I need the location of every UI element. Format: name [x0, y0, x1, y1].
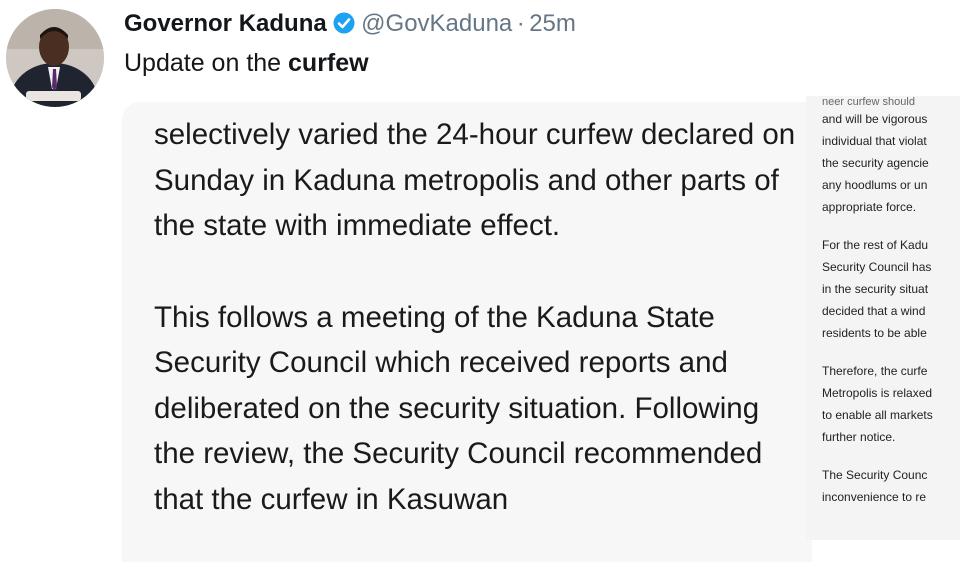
side-paragraph: For the rest of Kadu Security Council ha… — [822, 234, 960, 344]
separator-dot: · — [516, 10, 525, 37]
side-text-line: decided that a wind — [822, 304, 926, 318]
side-text-line: neer curfew should — [822, 96, 915, 108]
side-text-line: individual that violat — [822, 134, 927, 148]
side-paragraph: and will be vigorous individual that vio… — [822, 108, 960, 218]
author-handle[interactable]: @GovKaduna — [361, 10, 512, 37]
author-name[interactable]: Governor Kaduna — [124, 10, 327, 37]
press-release-main-text: selectively varied the 24-hour curfew de… — [154, 112, 804, 568]
side-text-line: in the security situat — [822, 282, 929, 296]
side-text-line: Metropolis is relaxed — [822, 386, 933, 400]
tweet-timestamp[interactable]: 25m — [529, 10, 576, 37]
side-text-line: For the rest of Kadu — [822, 238, 929, 252]
side-paragraph: Therefore, the curfe Metropolis is relax… — [822, 360, 960, 448]
side-text-line: appropriate force. — [822, 200, 917, 214]
side-text-line: any hoodlums or un — [822, 178, 928, 192]
side-paragraph: The Security Counc inconvenience to re — [822, 464, 960, 508]
profile-avatar[interactable] — [6, 9, 104, 107]
side-text-line: and will be vigorous — [822, 112, 928, 126]
side-text-line: further notice. — [822, 430, 896, 444]
side-text-line: The Security Counc — [822, 468, 928, 482]
press-release-paragraph: This follows a meeting of the Kaduna Sta… — [154, 300, 763, 516]
tweet-text-prefix: Update on the — [124, 49, 289, 77]
side-text-line: to enable all markets — [822, 408, 933, 422]
tweet-text: Update on the curfew — [124, 49, 369, 78]
attached-image-secondary[interactable]: neer curfew should and will be vigorous … — [806, 96, 960, 540]
side-text-line: the security agencie — [822, 156, 929, 170]
side-text-line: Security Council has — [822, 260, 932, 274]
verified-badge-icon — [333, 12, 355, 39]
side-text-line: residents to be able — [822, 326, 927, 340]
tweet-text-keyword: curfew — [288, 49, 369, 77]
side-text-line: Therefore, the curfe — [822, 364, 928, 378]
tweet-header: Governor Kaduna @GovKaduna · 25m — [124, 10, 576, 39]
side-text-line: inconvenience to re — [822, 490, 927, 504]
press-release-paragraph: selectively varied the 24-hour curfew de… — [154, 118, 796, 242]
